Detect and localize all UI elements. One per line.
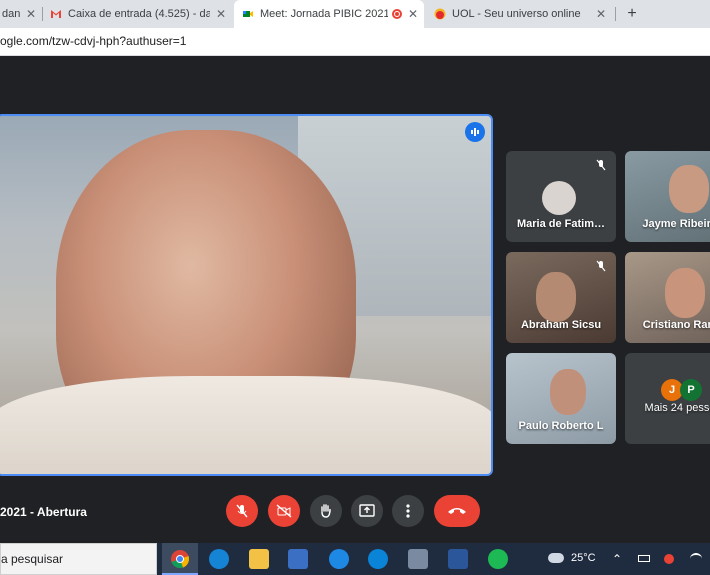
tab-title: Caixa de entrada (4.525) - daniel (68, 8, 210, 20)
raise-hand-button[interactable] (310, 495, 342, 527)
weather-temp: 25°C (571, 552, 596, 564)
speaking-indicator-icon (465, 122, 485, 142)
close-icon[interactable]: ✕ (594, 7, 608, 21)
mic-off-icon (596, 159, 606, 174)
taskbar-search[interactable]: a pesquisar (0, 543, 157, 575)
participant-tile[interactable]: Paulo Roberto L (506, 353, 616, 444)
more-participants-label: Mais 24 pesso (644, 402, 710, 414)
close-icon[interactable]: ✕ (24, 7, 38, 21)
participant-tile[interactable]: Abraham Sicsu (506, 252, 616, 343)
tab-title: UOL - Seu universo online (452, 8, 581, 20)
chrome-taskbar-item[interactable] (162, 543, 198, 575)
phone-hangup-icon (448, 508, 466, 514)
tab-bar: dan ✕ Caixa de entrada (4.525) - daniel … (0, 0, 710, 28)
meet-area: Maria de Fatim… Jayme Ribeiro Abraham Si… (0, 56, 710, 543)
camera-toggle-button[interactable] (268, 495, 300, 527)
tab-title: dan (2, 8, 20, 20)
word-icon[interactable] (448, 549, 468, 569)
tab-gmail[interactable]: Caixa de entrada (4.525) - daniel ✕ (46, 0, 232, 28)
meeting-title: 2021 - Abertura (0, 505, 87, 519)
participant-video (536, 272, 576, 322)
present-button[interactable] (351, 495, 383, 527)
participant-name: Jayme Ribeiro (642, 218, 710, 230)
file-explorer-icon[interactable] (249, 549, 269, 569)
participant-name: Maria de Fatim… (516, 218, 606, 230)
main-video-tile[interactable] (0, 114, 493, 476)
new-tab-button[interactable]: + (620, 0, 644, 28)
participant-tile[interactable]: Cristiano Ram (625, 252, 710, 343)
wifi-icon[interactable] (690, 553, 702, 565)
chrome-icon (171, 550, 190, 569)
participant-tile[interactable]: Jayme Ribeiro (625, 151, 710, 242)
taskbar: a pesquisar 25°C ⌃ (0, 543, 710, 575)
search-placeholder: a pesquisar (1, 552, 64, 566)
tab-title: Meet: Jornada PIBIC 2021 - A (260, 8, 388, 20)
tab-uol[interactable]: UOL - Seu universo online ✕ (428, 0, 612, 28)
participant-video (550, 369, 586, 415)
address-bar[interactable]: ogle.com/tzw-cdvj-hph?authuser=1 (0, 28, 710, 56)
mic-off-icon (236, 504, 248, 518)
camera-off-icon (276, 504, 292, 518)
url-text: ogle.com/tzw-cdvj-hph?authuser=1 (0, 34, 187, 48)
weather-icon (548, 553, 564, 563)
recording-icon (392, 9, 402, 19)
network-off-icon[interactable] (664, 554, 674, 564)
edge-icon[interactable] (209, 549, 229, 569)
paint-icon[interactable] (408, 549, 428, 569)
speaker-shirt (0, 376, 491, 474)
participant-tile[interactable]: Maria de Fatim… (506, 151, 616, 242)
participant-video (669, 165, 709, 213)
avatar (542, 181, 576, 215)
battery-icon (638, 555, 650, 562)
gmail-icon (50, 8, 62, 20)
mic-toggle-button[interactable] (226, 495, 258, 527)
close-icon[interactable]: ✕ (406, 7, 420, 21)
mic-off-icon (596, 260, 606, 275)
present-icon (359, 504, 375, 517)
safari-icon[interactable] (329, 549, 349, 569)
hand-icon (321, 504, 331, 518)
more-vert-icon (406, 504, 410, 518)
participant-name: Paulo Roberto L (518, 420, 604, 432)
tab-1[interactable]: dan ✕ (0, 0, 38, 28)
participant-name: Cristiano Ram (642, 319, 710, 331)
more-participants-tile[interactable]: J P Mais 24 pesso (625, 353, 710, 444)
more-options-button[interactable] (392, 495, 424, 527)
chevron-up-icon[interactable]: ⌃ (612, 552, 622, 566)
store-icon[interactable] (288, 549, 308, 569)
participant-name: Abraham Sicsu (520, 319, 602, 331)
leave-call-button[interactable] (434, 495, 480, 527)
skype-icon[interactable] (368, 549, 388, 569)
participant-video (665, 268, 705, 318)
avatar: P (680, 379, 702, 401)
close-icon[interactable]: ✕ (214, 7, 228, 21)
meet-icon (242, 8, 254, 20)
uol-icon (434, 8, 446, 20)
spotify-icon[interactable] (488, 549, 508, 569)
tab-meet[interactable]: Meet: Jornada PIBIC 2021 - A ✕ (234, 0, 424, 28)
control-bar: 2021 - Abertura (0, 491, 710, 543)
